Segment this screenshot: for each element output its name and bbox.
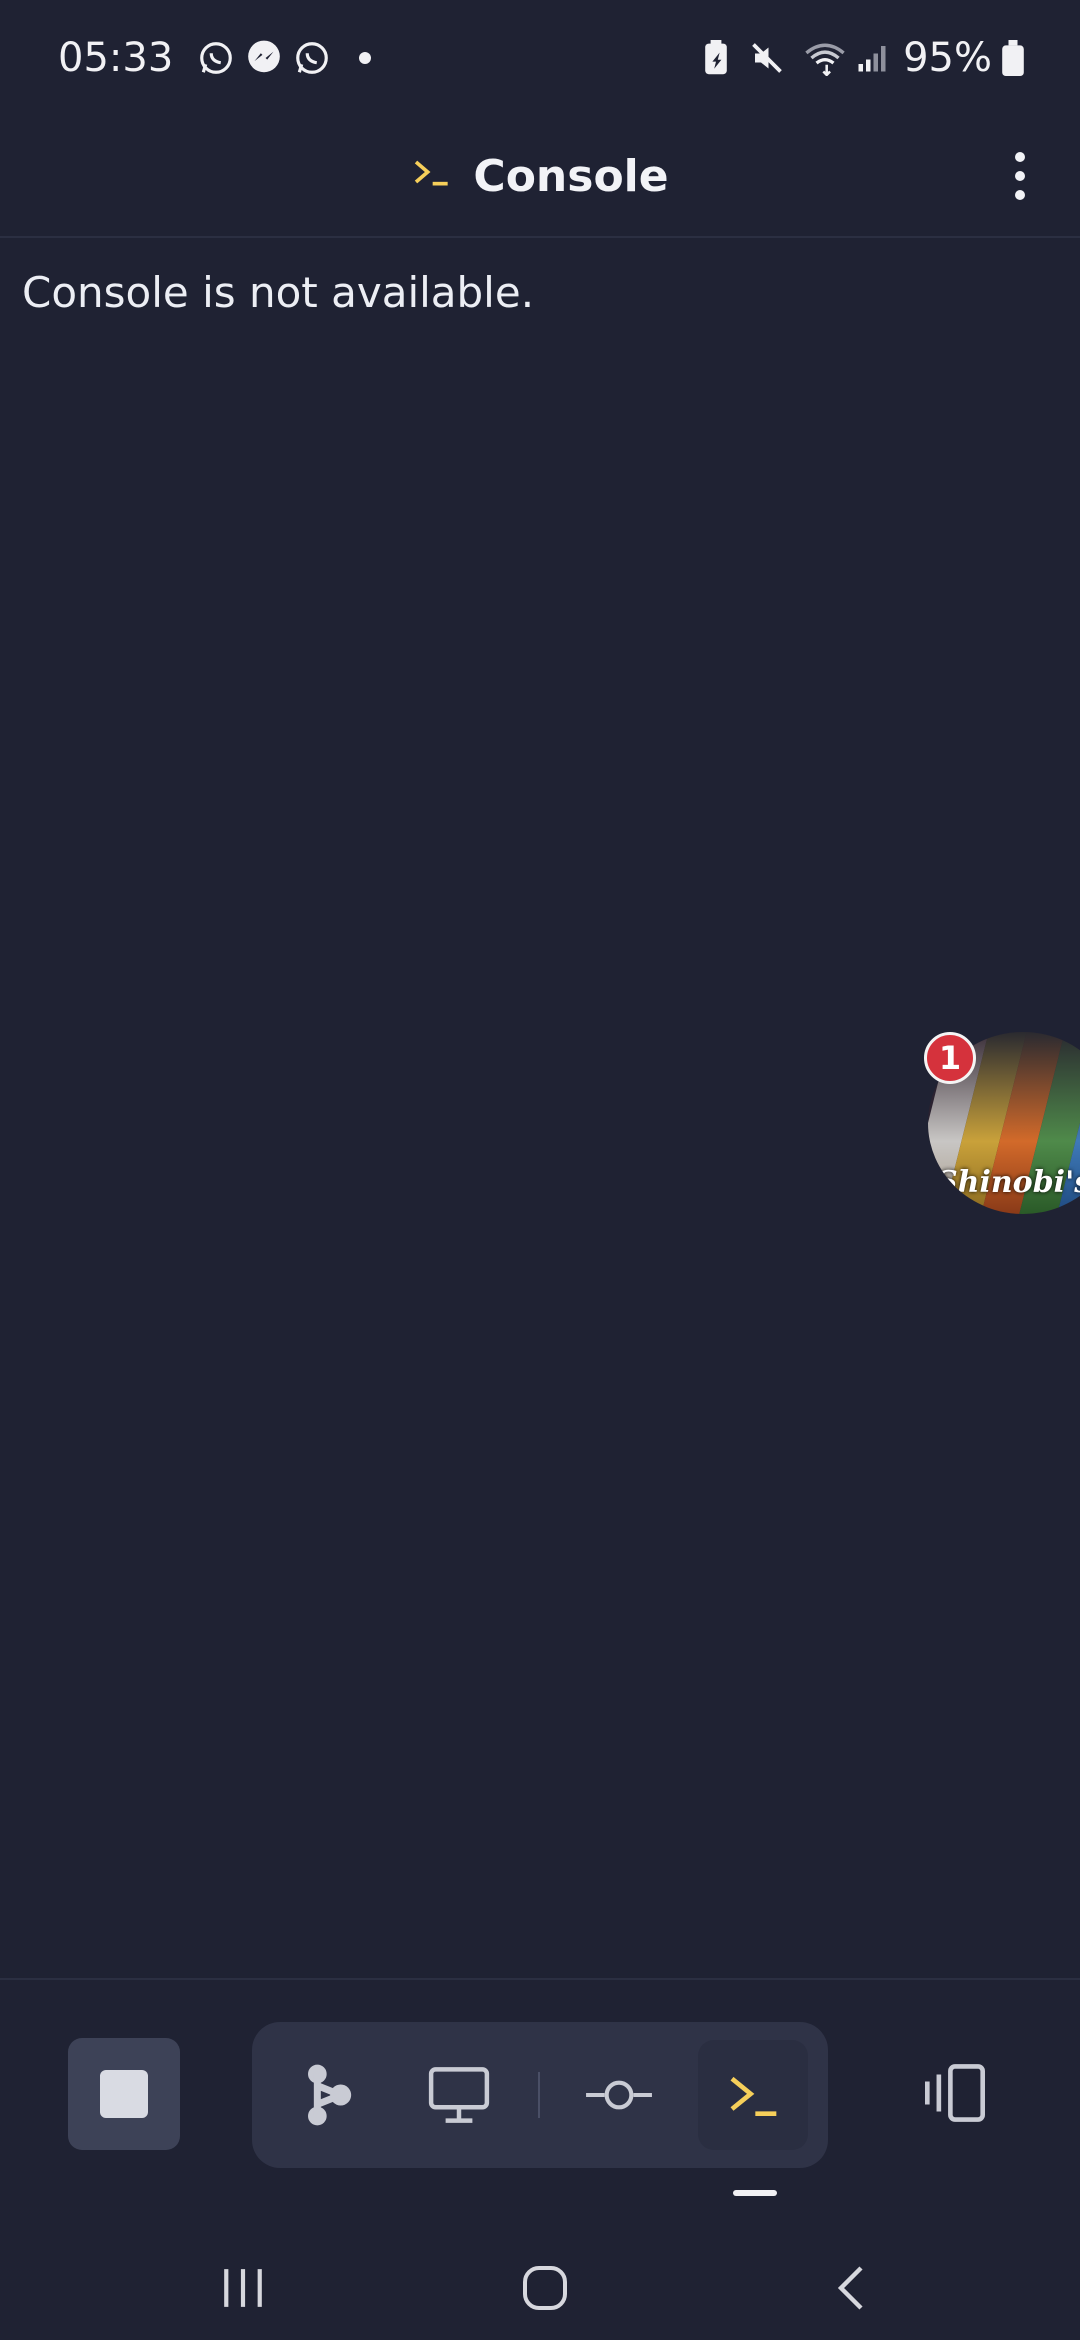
battery-saver-icon [703,40,729,76]
devices-button[interactable] [900,2038,1010,2148]
tool-group [252,2022,828,2168]
recent-apps-icon [224,2269,262,2307]
signal-icon [857,43,887,73]
hierarchy-button[interactable] [274,2040,384,2150]
whatsapp-icon [293,39,331,77]
bottom-toolbar [0,1978,1080,2212]
stop-icon [100,2070,148,2118]
battery-percent: 95% [903,35,992,81]
commit-icon [586,2080,652,2110]
app-header: Console [0,116,1080,238]
whatsapp-icon [197,39,235,77]
status-bar-left: 05:33 [58,35,372,81]
messenger-icon [245,39,283,77]
system-navigation-bar [0,2230,1080,2340]
console-button[interactable] [698,2040,808,2150]
active-tab-indicator [733,2190,777,2196]
monitor-button[interactable] [404,2040,514,2150]
back-icon [837,2266,863,2310]
recent-apps-button[interactable] [198,2248,288,2328]
status-bar-right: 95% [703,35,1024,81]
status-bar: 05:33 95% [0,0,1080,116]
monitor-icon [428,2067,490,2123]
page-title: Console [473,150,669,202]
console-status-message: Console is not available. [22,268,535,317]
hierarchy-icon [308,2064,352,2126]
more-vertical-icon [1015,152,1025,162]
notification-badge: 1 [924,1032,976,1084]
commit-button[interactable] [564,2040,674,2150]
more-notifications-dot [359,52,372,64]
back-button[interactable] [806,2248,896,2328]
home-icon [523,2266,567,2310]
terminal-prompt-icon [730,2076,777,2116]
home-button[interactable] [500,2248,590,2328]
stop-button[interactable] [68,2038,180,2150]
battery-icon [1002,40,1024,76]
more-options-button[interactable] [992,138,1048,214]
terminal-prompt-icon [411,155,451,198]
mute-icon [749,40,785,76]
chat-head-image-text: Shinobi's Path [936,1165,1080,1200]
devices-icon [925,2064,985,2122]
tool-divider [538,2072,540,2118]
status-time: 05:33 [58,35,174,81]
wifi-icon [803,40,847,76]
header-title: Console [411,150,669,202]
